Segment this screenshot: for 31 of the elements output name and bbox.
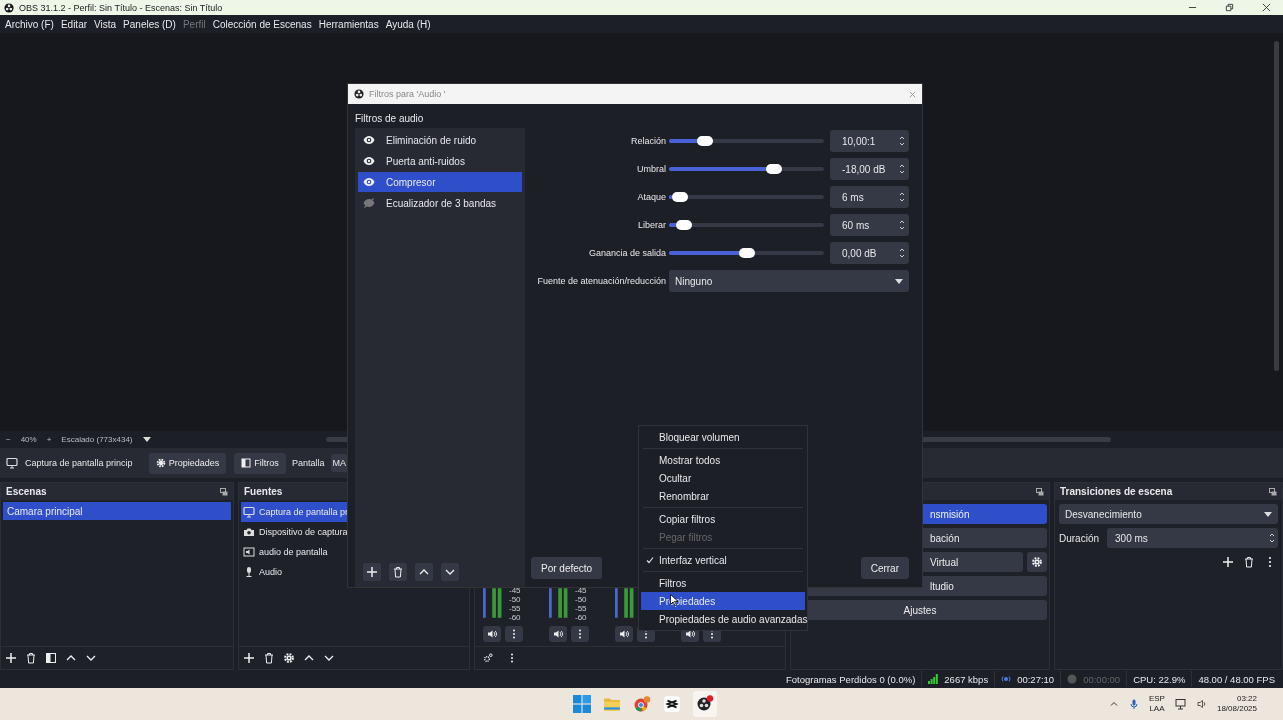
setting-label: Ataque bbox=[636, 192, 667, 202]
stream-time: 00:27:10 bbox=[1017, 673, 1055, 685]
meter-scale-label: -45 bbox=[575, 586, 587, 595]
bitrate: 2667 kbps bbox=[944, 673, 989, 685]
dialog-title: Filtros para 'Audio ' bbox=[369, 89, 446, 99]
display-label: Pantalla bbox=[292, 458, 325, 468]
frame-rate: 48.00 / 48.00 FPS bbox=[1198, 673, 1275, 685]
duration-label: Duración bbox=[1059, 532, 1100, 544]
setting-label: Liberar bbox=[637, 220, 667, 230]
zoom-level: 40% bbox=[20, 435, 37, 444]
meter-scale-label: -50 bbox=[575, 595, 587, 604]
meter-scale-label: -60 bbox=[575, 613, 587, 622]
setting-label: Relación bbox=[629, 136, 667, 146]
window-title: OBS 31.1.2 - Perfil: Sin Título - Escenas: Sin Título bbox=[19, 2, 223, 13]
section-title: Filtros de audio bbox=[355, 112, 425, 126]
dock-title: Transiciones de escena bbox=[1060, 486, 1173, 497]
meter-scale-label: -50 bbox=[509, 595, 521, 604]
meter-scale-label: -55 bbox=[509, 604, 521, 613]
dock-title: Fuentes bbox=[244, 486, 283, 497]
source-name: Captura de pantalla princip bbox=[25, 458, 134, 468]
dropped-frames: Fotogramas Perdidos 0 (0.0%) bbox=[785, 673, 916, 685]
setting-label: Fuente de atenuación/reducción bbox=[536, 276, 667, 286]
record-time: 00:00:00 bbox=[1083, 673, 1121, 685]
setting-label: Umbral bbox=[636, 164, 667, 174]
meter-scale-label: -45 bbox=[509, 586, 521, 595]
scale-label: Escalado (773x434) bbox=[61, 435, 133, 444]
meter-scale-label: -55 bbox=[575, 604, 587, 613]
dock-title: Escenas bbox=[6, 486, 47, 497]
setting-label: Ganancia de salida bbox=[587, 248, 667, 258]
cpu-usage: CPU: 22.9% bbox=[1133, 673, 1186, 685]
meter-scale-label: -60 bbox=[509, 613, 521, 622]
